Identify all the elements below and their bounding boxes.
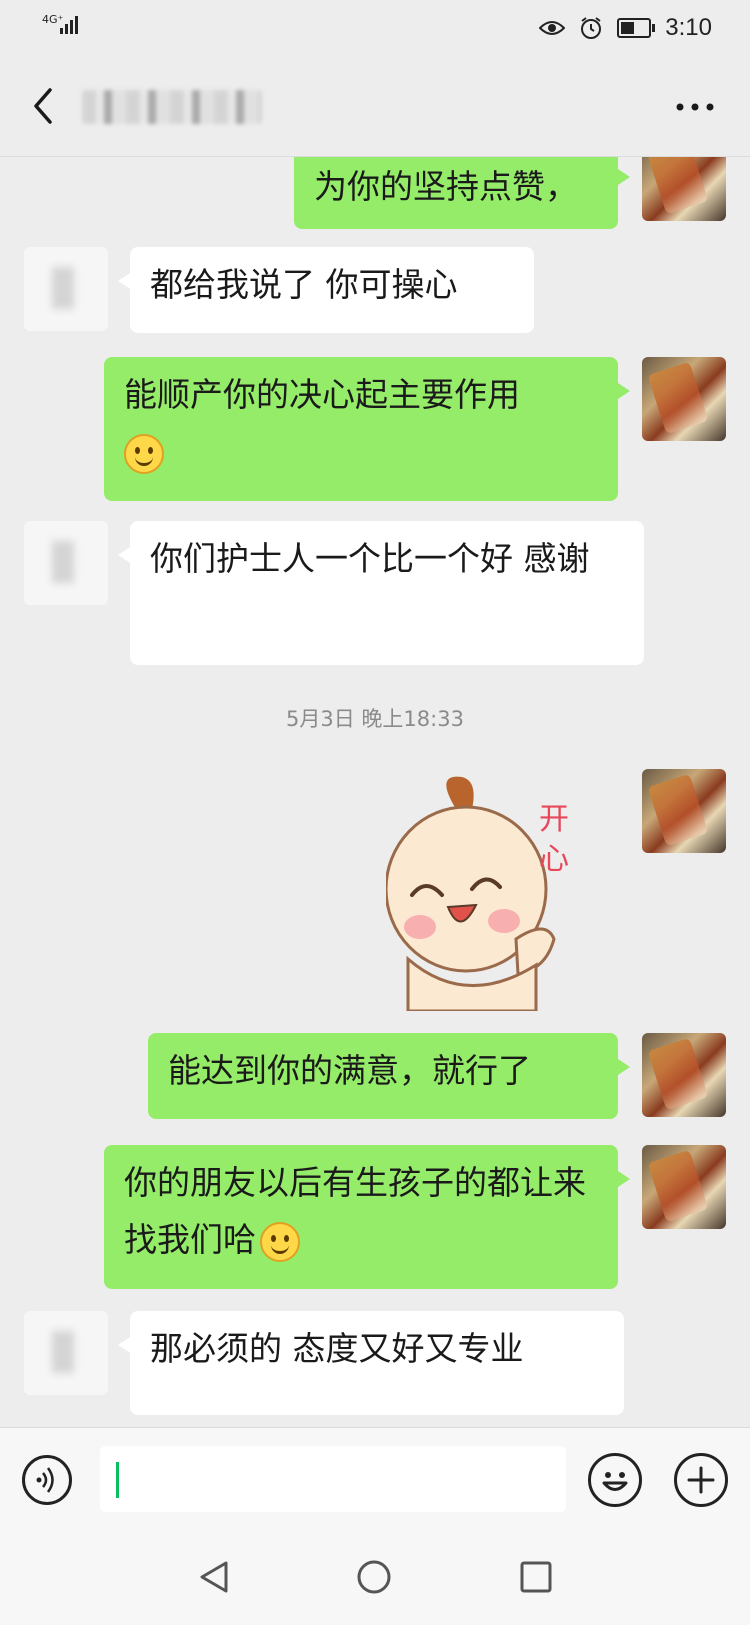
contact-avatar[interactable] [24,247,108,331]
my-avatar[interactable] [642,157,726,221]
smile-emoji [124,433,164,474]
input-bar [0,1427,750,1526]
my-avatar[interactable] [642,769,726,853]
eye-icon [539,21,566,35]
text-caret [116,1462,119,1498]
message-bubble[interactable]: 你的朋友以后有生孩子的都让来找我们哈 [104,1145,630,1289]
alarm-icon [581,17,602,39]
status-bar: 4G⁺ 3:10 [0,0,750,56]
message-text: 那必须的 态度又好又专业 [150,1329,524,1368]
message-bubble[interactable]: 你们护士人一个比一个好 感谢 [118,521,644,665]
message-text: 能顺产你的决心起主要作用 [124,375,520,414]
message-input[interactable] [100,1446,566,1512]
message-bubble[interactable]: 那必须的 态度又好又专业 [118,1311,624,1415]
contact-avatar[interactable] [24,521,108,605]
more-dots-icon[interactable] [670,92,720,122]
nav-back-icon[interactable] [194,1557,234,1597]
nav-recent-icon[interactable] [516,1557,556,1597]
message-text: 你的朋友以后有生孩子的都让来找我们哈 [124,1163,586,1259]
time-divider: 5月3日 晚上18:33 [286,707,464,731]
sticker-label: 开 [539,802,569,837]
chat-header [0,56,750,157]
voice-icon[interactable] [22,1455,72,1505]
message-bubble[interactable]: 都给我说了 你可操心 [118,247,534,333]
back-chevron-icon[interactable] [26,84,62,128]
message-text: 能达到你的满意，就行了 [168,1051,531,1090]
message-bubble[interactable]: 为你的坚持点赞， [294,157,630,229]
message-bubble[interactable]: 能顺产你的决心起主要作用 [104,357,630,501]
emoji-icon[interactable] [588,1453,642,1507]
my-avatar[interactable] [642,1033,726,1117]
my-avatar[interactable] [642,357,726,441]
clock: 3:10 [665,14,712,41]
message-bubble[interactable]: 能达到你的满意，就行了 [148,1033,630,1119]
battery-icon [617,18,656,38]
message-list[interactable]: 为你的坚持点赞， 都给我说了 你可操心 能顺产你的决心起主要作用 你们护士人一个… [0,157,750,1427]
signal-icon [60,16,82,34]
message-text: 为你的坚持点赞， [314,167,578,206]
plus-icon[interactable] [674,1453,728,1507]
sticker-label: 心 [539,842,569,877]
contact-name-blurred [82,90,262,124]
system-nav-bar [0,1525,750,1625]
contact-avatar[interactable] [24,1311,108,1395]
nav-home-icon[interactable] [354,1557,394,1597]
blush-emoji [260,1221,300,1262]
message-text: 你们护士人一个比一个好 感谢 [150,539,590,578]
my-avatar[interactable] [642,1145,726,1229]
message-text: 都给我说了 你可操心 [150,265,458,304]
baby-happy-sticker[interactable]: 开 心 [386,769,586,1011]
